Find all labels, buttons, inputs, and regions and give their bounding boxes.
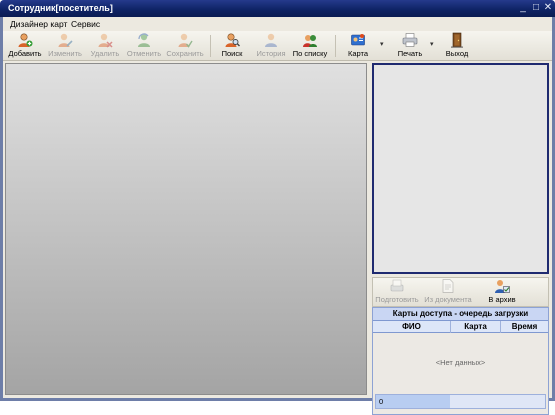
queue-footer: 0 — [375, 394, 546, 409]
to-archive-button[interactable]: В архив — [485, 278, 519, 306]
prepare-button[interactable]: Подготовить — [375, 278, 419, 306]
exit-button[interactable]: Выход — [443, 32, 471, 60]
printer-icon — [402, 33, 418, 47]
photo-panel — [372, 63, 549, 274]
list-users-icon — [303, 35, 317, 47]
archive-user-icon — [495, 280, 510, 293]
search-label: Поиск — [221, 49, 243, 58]
card-button[interactable]: Карта — [344, 32, 372, 60]
card-queue-grid: Карты доступа - очередь загрузки ФИО Кар… — [372, 307, 549, 415]
minimize-icon[interactable]: _ — [517, 2, 529, 14]
to-archive-label: В архив — [488, 295, 516, 304]
card-preview-panel — [5, 63, 367, 395]
card-icon — [351, 34, 365, 46]
menu-bar: Дизайнер карт Сервис — [3, 17, 552, 31]
print-label: Печать — [397, 49, 423, 58]
undo-user-icon — [138, 33, 150, 47]
history-label: История — [256, 49, 286, 58]
queue-title: Карты доступа - очередь загрузки — [373, 308, 548, 321]
edit-button[interactable]: Изменить — [45, 32, 85, 60]
close-icon[interactable]: ✕ — [542, 2, 554, 14]
search-user-icon — [225, 33, 240, 47]
edit-user-icon — [58, 33, 73, 47]
from-document-button[interactable]: Из документа — [423, 278, 473, 306]
toolbar-separator — [210, 35, 211, 57]
card-label: Карта — [347, 49, 369, 58]
prepare-scanner-icon — [390, 279, 404, 292]
prepare-label: Подготовить — [375, 295, 419, 304]
card-dropdown-icon[interactable]: ▾ — [380, 40, 384, 48]
history-user-icon — [265, 33, 277, 47]
add-button[interactable]: Добавить — [7, 32, 43, 60]
add-label: Добавить — [8, 49, 42, 58]
queue-toolbar: Подготовить Из документа В архив — [372, 277, 549, 307]
client-area: Дизайнер карт Сервис Добавить Изменить У… — [3, 17, 552, 415]
main-window: Сотрудник[посетитель] _ □ ✕ Дизайнер кар… — [0, 0, 555, 415]
column-fio[interactable]: ФИО — [373, 321, 451, 333]
from-document-label: Из документа — [424, 295, 472, 304]
delete-button[interactable]: Удалить — [87, 32, 123, 60]
exit-door-icon — [451, 32, 463, 48]
delete-label: Удалить — [90, 49, 120, 58]
column-card[interactable]: Карта — [451, 321, 501, 333]
add-user-icon — [18, 33, 33, 47]
by-list-label: По списку — [292, 49, 328, 58]
queue-header-row: ФИО Карта Время — [373, 321, 548, 333]
toolbar-separator — [335, 35, 336, 57]
empty-state-text: <Нет данных> — [435, 358, 486, 367]
history-button[interactable]: История — [254, 32, 288, 60]
cancel-label: Отменить — [126, 49, 162, 58]
menu-card-designer[interactable]: Дизайнер карт — [10, 19, 67, 29]
exit-label: Выход — [445, 49, 469, 58]
window-title: Сотрудник[посетитель] — [8, 3, 113, 13]
document-icon — [442, 279, 454, 293]
title-bar: Сотрудник[посетитель] _ □ ✕ — [0, 0, 555, 17]
search-button[interactable]: Поиск — [217, 32, 247, 60]
by-list-button[interactable]: По списку — [290, 32, 330, 60]
maximize-icon[interactable]: □ — [530, 2, 542, 14]
record-count: 0 — [376, 395, 450, 408]
cancel-button[interactable]: Отменить — [124, 32, 164, 60]
print-button[interactable]: Печать — [393, 32, 427, 60]
save-label: Сохранить — [166, 49, 204, 58]
edit-label: Изменить — [48, 49, 82, 58]
save-user-icon — [178, 33, 193, 48]
menu-service[interactable]: Сервис — [71, 19, 100, 29]
print-dropdown-icon[interactable]: ▾ — [430, 40, 434, 48]
column-time[interactable]: Время — [501, 321, 548, 333]
save-button[interactable]: Сохранить — [165, 32, 205, 60]
main-toolbar: Добавить Изменить Удалить Отменить Сохра… — [3, 31, 552, 61]
delete-user-icon — [98, 33, 113, 48]
